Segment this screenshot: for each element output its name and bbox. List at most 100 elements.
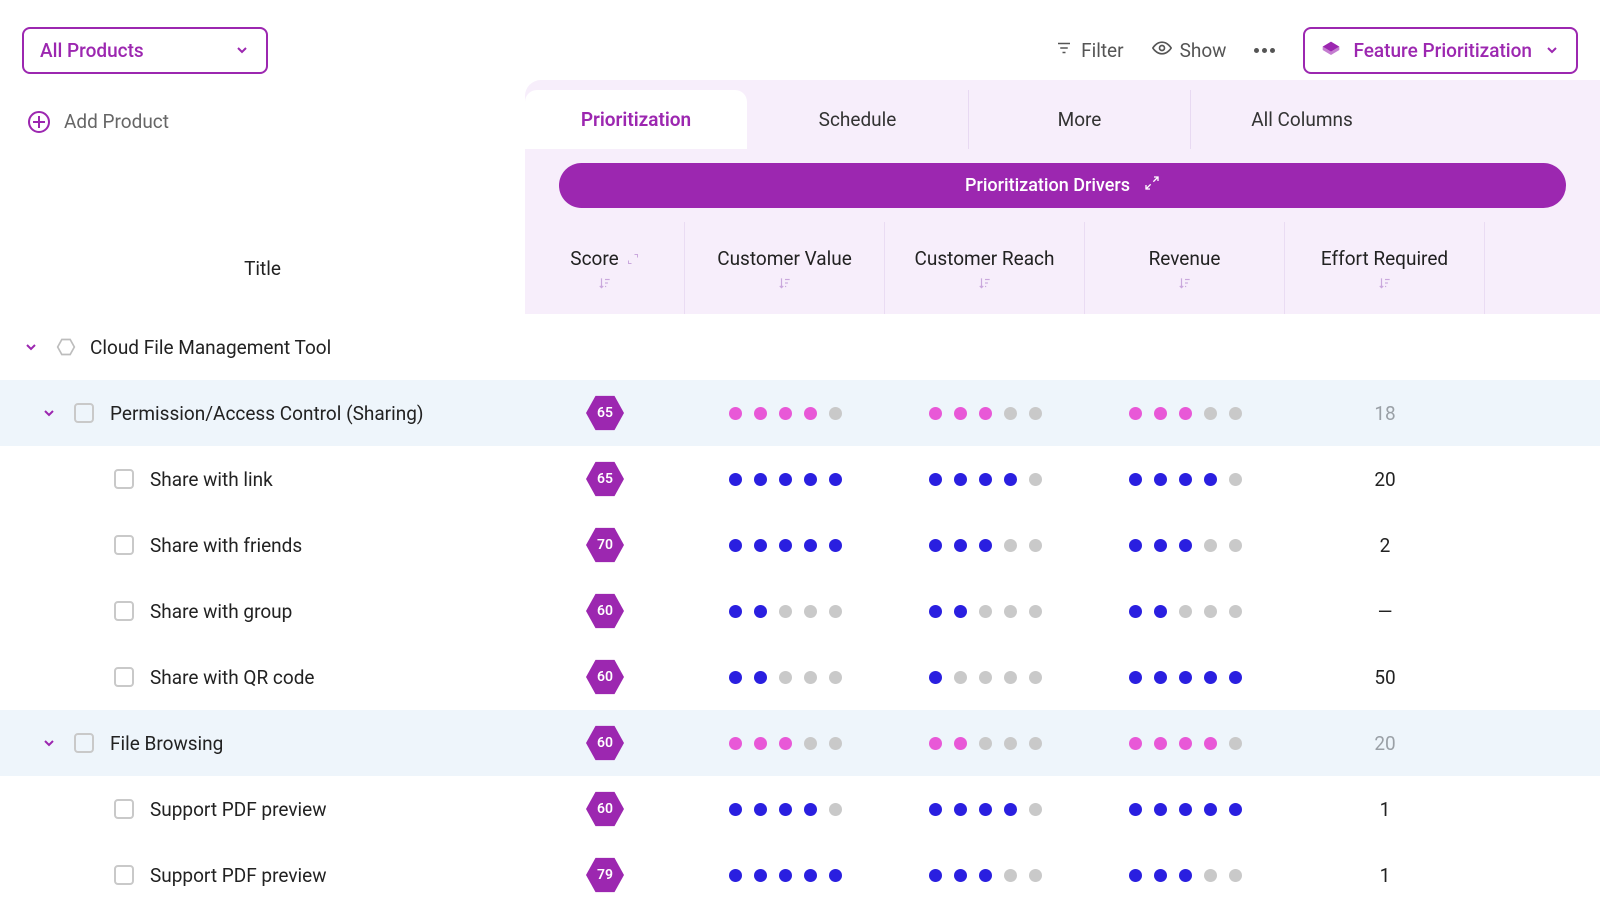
- dot: [754, 671, 767, 684]
- score-badge: 60: [586, 790, 624, 828]
- view-selector[interactable]: Feature Prioritization: [1303, 27, 1578, 74]
- score-badge: 60: [586, 658, 624, 696]
- column-header-effort[interactable]: Effort Required: [1285, 222, 1485, 314]
- dot: [829, 473, 842, 486]
- rating-dots[interactable]: [729, 869, 842, 882]
- rating-dots[interactable]: [729, 605, 842, 618]
- product-selector-label: All Products: [40, 39, 144, 62]
- rating-dots[interactable]: [729, 671, 842, 684]
- dot: [1129, 803, 1142, 816]
- column-header-score[interactable]: Score: [525, 222, 685, 314]
- rating-dots[interactable]: [729, 737, 842, 750]
- dot: [1129, 539, 1142, 552]
- dot: [979, 737, 992, 750]
- sort-icon: [1178, 276, 1192, 290]
- checkbox[interactable]: [114, 469, 134, 489]
- tab-schedule[interactable]: Schedule: [747, 90, 969, 149]
- checkbox[interactable]: [114, 865, 134, 885]
- rating-dots[interactable]: [1129, 539, 1242, 552]
- rating-dots[interactable]: [729, 803, 842, 816]
- tab-all-columns[interactable]: All Columns: [1191, 90, 1413, 149]
- show-button[interactable]: Show: [1152, 38, 1227, 63]
- rating-dots[interactable]: [1129, 473, 1242, 486]
- dot: [1154, 605, 1167, 618]
- dot: [1179, 869, 1192, 882]
- checkbox[interactable]: [74, 733, 94, 753]
- rating-dots[interactable]: [1129, 605, 1242, 618]
- checkbox[interactable]: [114, 667, 134, 687]
- add-product-label: Add Product: [64, 110, 169, 133]
- dot: [829, 869, 842, 882]
- dot: [729, 869, 742, 882]
- dot: [729, 407, 742, 420]
- rating-dots[interactable]: [929, 407, 1042, 420]
- dot: [1179, 473, 1192, 486]
- column-header-customer-value[interactable]: Customer Value: [685, 222, 885, 314]
- dot: [1029, 473, 1042, 486]
- column-header-customer-reach[interactable]: Customer Reach: [885, 222, 1085, 314]
- dot: [954, 605, 967, 618]
- dot: [1179, 605, 1192, 618]
- filter-button[interactable]: Filter: [1055, 39, 1123, 62]
- dot: [779, 407, 792, 420]
- dot: [929, 671, 942, 684]
- chevron-down-icon[interactable]: [22, 338, 40, 356]
- checkbox[interactable]: [114, 535, 134, 555]
- dot: [779, 869, 792, 882]
- product-selector[interactable]: All Products: [22, 27, 268, 74]
- dot: [804, 803, 817, 816]
- checkbox[interactable]: [114, 799, 134, 819]
- dot: [1179, 803, 1192, 816]
- checkbox[interactable]: [74, 403, 94, 423]
- effort-value: 20: [1374, 468, 1395, 491]
- show-label: Show: [1180, 39, 1227, 62]
- item-name: Share with QR code: [150, 666, 315, 689]
- add-product-button[interactable]: Add Product: [0, 80, 525, 149]
- dot: [929, 407, 942, 420]
- dot: [754, 407, 767, 420]
- rating-dots[interactable]: [1129, 407, 1242, 420]
- filter-icon: [1055, 39, 1073, 62]
- expand-icon: [1144, 175, 1160, 196]
- rating-dots[interactable]: [929, 803, 1042, 816]
- rating-dots[interactable]: [1129, 869, 1242, 882]
- rating-dots[interactable]: [1129, 737, 1242, 750]
- rating-dots[interactable]: [929, 737, 1042, 750]
- rating-dots[interactable]: [929, 869, 1042, 882]
- effort-value: 2: [1380, 534, 1391, 557]
- checkbox[interactable]: [114, 601, 134, 621]
- chevron-down-icon[interactable]: [40, 734, 58, 752]
- rating-dots[interactable]: [1129, 803, 1242, 816]
- rating-dots[interactable]: [1129, 671, 1242, 684]
- rating-dots[interactable]: [729, 407, 842, 420]
- tab-more[interactable]: More: [969, 90, 1191, 149]
- column-header-title[interactable]: Title: [0, 222, 525, 314]
- dot: [754, 737, 767, 750]
- dot: [804, 737, 817, 750]
- more-menu-button[interactable]: [1254, 48, 1275, 53]
- rating-dots[interactable]: [929, 605, 1042, 618]
- prioritization-drivers-button[interactable]: Prioritization Drivers: [559, 163, 1566, 208]
- dot: [804, 539, 817, 552]
- rating-dots[interactable]: [729, 539, 842, 552]
- dot: [754, 473, 767, 486]
- score-badge: 70: [586, 526, 624, 564]
- effort-value: 50: [1374, 666, 1395, 689]
- dot: [1204, 671, 1217, 684]
- column-header-revenue[interactable]: Revenue: [1085, 222, 1285, 314]
- rating-dots[interactable]: [929, 539, 1042, 552]
- rating-dots[interactable]: [929, 671, 1042, 684]
- dot: [1204, 407, 1217, 420]
- rating-dots[interactable]: [729, 473, 842, 486]
- dot: [979, 605, 992, 618]
- dot: [1004, 869, 1017, 882]
- chevron-down-icon[interactable]: [40, 404, 58, 422]
- plus-icon: [28, 111, 50, 133]
- tab-prioritization[interactable]: Prioritization: [525, 90, 747, 149]
- rating-dots[interactable]: [929, 473, 1042, 486]
- dot: [804, 671, 817, 684]
- item-name: Share with friends: [150, 534, 302, 557]
- score-badge: 65: [586, 460, 624, 498]
- dot: [1154, 407, 1167, 420]
- dot: [954, 407, 967, 420]
